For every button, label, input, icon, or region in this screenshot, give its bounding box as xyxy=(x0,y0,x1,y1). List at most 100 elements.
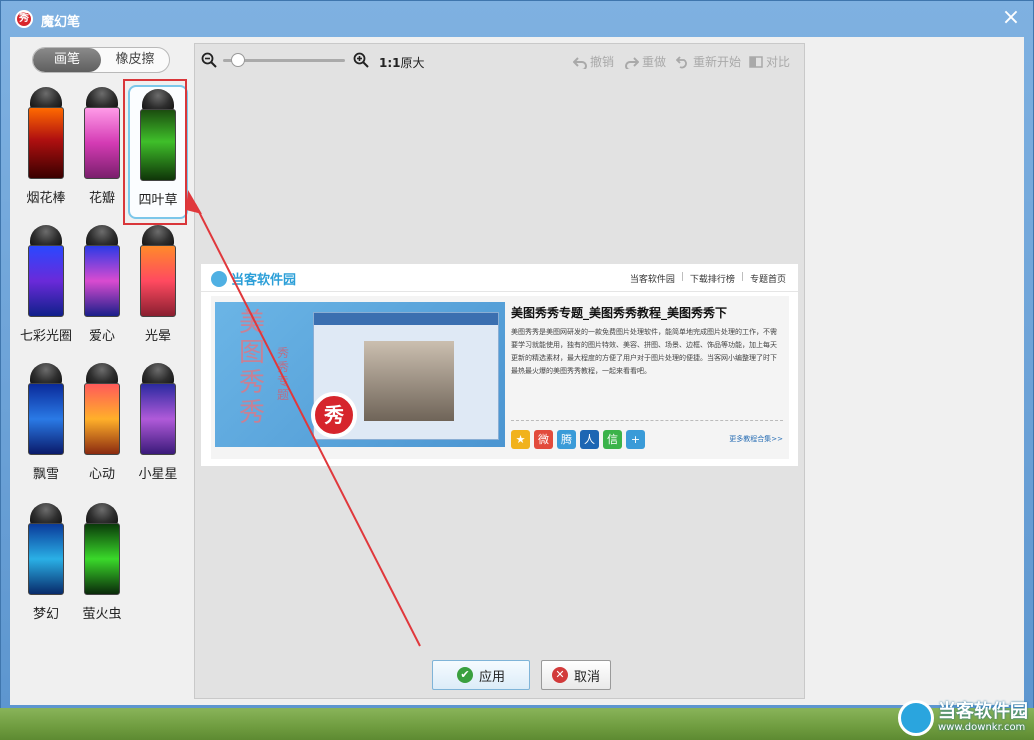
compare-button[interactable]: 对比 xyxy=(749,53,790,70)
desktop-background xyxy=(0,708,1034,740)
site-header: 当客软件园 当客软件园 | 下载排行榜 | 专题首页 xyxy=(201,264,798,292)
tencent-weibo-icon: 腾 xyxy=(557,430,576,449)
brush-label: 烟花棒 xyxy=(26,191,66,206)
site-name: 当客软件园 xyxy=(231,273,297,288)
brush-label: 萤火虫 xyxy=(82,607,122,622)
dialog-client: 画笔 橡皮擦 烟花棒 花瓣 四叶草七彩光圈 爱心 光晕飘雪 心动 小星星梦幻 萤火虫 xyxy=(10,37,1024,705)
zoom-in-icon[interactable] xyxy=(353,52,369,68)
brush-cap-icon xyxy=(142,89,174,111)
tab-brush[interactable]: 画笔 xyxy=(33,48,101,72)
brush-label: 七彩光圈 xyxy=(19,329,72,344)
zoom-out-icon[interactable] xyxy=(201,52,217,68)
preview-panel: 1:1原大 撤销 重做 重新开始 对比 当客软件园 当客软件园 | 下载排行榜 … xyxy=(194,43,805,699)
brush-preview xyxy=(84,245,120,317)
site-logo: 当客软件园 xyxy=(211,269,296,288)
article-card: 美图秀秀 秀秀专题 秀 美图秀秀专题_美图秀秀教程_美图秀秀下 美图秀秀是美图网… xyxy=(211,296,789,459)
brush-item[interactable]: 七彩光圈 xyxy=(18,225,74,355)
brush-eraser-switch: 画笔 橡皮擦 xyxy=(32,47,170,73)
zoom-slider-handle[interactable] xyxy=(231,53,245,67)
watermark-logo-icon xyxy=(898,700,934,736)
renren-icon: 人 xyxy=(580,430,599,449)
brush-item[interactable]: 爱心 xyxy=(74,225,130,355)
site-nav-link: 当客软件园 xyxy=(629,275,675,285)
redo-icon xyxy=(625,56,639,69)
site-nav-link: 下载排行榜 xyxy=(689,275,735,285)
watermark-title: 当客软件园 xyxy=(938,701,1028,722)
qzone-icon: ★ xyxy=(511,430,530,449)
brush-cap-icon xyxy=(142,363,174,385)
article-title: 美图秀秀专题_美图秀秀教程_美图秀秀下 xyxy=(511,306,728,320)
brush-preview xyxy=(84,107,120,179)
brush-cap-icon xyxy=(86,87,118,109)
portrait-photo xyxy=(364,341,454,421)
brush-preview xyxy=(140,245,176,317)
window-title: 魔幻笔 xyxy=(41,15,81,30)
undo-label: 撤销 xyxy=(590,55,615,69)
compare-label: 对比 xyxy=(766,55,791,69)
title-bar: 秀 魔幻笔 × xyxy=(1,1,1033,37)
apply-label: 应用 xyxy=(478,669,505,685)
preview-image[interactable]: 当客软件园 当客软件园 | 下载排行榜 | 专题首页 美图秀秀 秀秀专题 秀 美… xyxy=(201,264,798,466)
watermark-url: www.downkr.com xyxy=(938,722,1026,733)
close-circle-icon: ✕ xyxy=(551,667,568,683)
brush-item[interactable]: 心动 xyxy=(74,363,130,493)
brush-item[interactable]: 四叶草 xyxy=(128,85,188,219)
brush-preview xyxy=(28,245,64,317)
brush-item[interactable]: 花瓣 xyxy=(74,87,130,217)
wechat-icon: 信 xyxy=(603,430,622,449)
cancel-button[interactable]: ✕ 取消 xyxy=(541,660,611,690)
brush-item[interactable]: 光晕 xyxy=(130,225,186,355)
brush-preview xyxy=(140,109,176,181)
share-icons: ★ 微腾人信 + xyxy=(511,430,645,449)
brush-cap-icon xyxy=(30,225,62,247)
brush-item[interactable]: 梦幻 xyxy=(18,503,74,633)
restart-label: 重新开始 xyxy=(693,55,742,69)
promo-vertical-text: 美图秀秀 xyxy=(239,308,266,428)
cancel-label: 取消 xyxy=(573,669,600,685)
compare-icon xyxy=(749,55,763,68)
check-icon: ✔ xyxy=(456,667,473,683)
brush-label: 飘雪 xyxy=(32,467,59,482)
meitu-app-icon: 秀 xyxy=(15,10,33,28)
more-share-icon: + xyxy=(626,430,645,449)
original-size-label: 原大 xyxy=(400,56,425,70)
promo-banner: 美图秀秀 秀秀专题 秀 xyxy=(215,302,505,447)
brush-label: 小星星 xyxy=(138,467,178,482)
brush-item[interactable]: 萤火虫 xyxy=(74,503,130,633)
action-buttons: ✔ 应用 ✕ 取消 xyxy=(195,660,806,692)
tab-eraser[interactable]: 橡皮擦 xyxy=(101,48,169,72)
brush-label: 梦幻 xyxy=(32,607,59,622)
site-nav: 当客软件园 | 下载排行榜 | 专题首页 xyxy=(629,272,786,285)
brush-cap-icon xyxy=(86,363,118,385)
watermark: 当客软件园 www.downkr.com xyxy=(898,696,1034,740)
brush-label: 爱心 xyxy=(88,329,115,344)
brush-item[interactable]: 烟花棒 xyxy=(18,87,74,217)
redo-button[interactable]: 重做 xyxy=(625,53,666,70)
brush-label: 心动 xyxy=(88,467,115,482)
meitu-badge-icon: 秀 xyxy=(311,392,357,438)
ratio-label: 1:1 xyxy=(379,56,401,70)
brush-label: 光晕 xyxy=(144,329,171,344)
original-size-button[interactable]: 1:1原大 xyxy=(379,54,425,71)
restart-button[interactable]: 重新开始 xyxy=(676,53,741,70)
brush-cap-icon xyxy=(86,503,118,525)
brush-preview xyxy=(28,523,64,595)
article-body: 美图秀秀是美图网研发的一款免费图片处理软件，能简单地完成图片处理的工作，不需要学… xyxy=(511,328,777,375)
brush-item[interactable]: 小星星 xyxy=(130,363,186,493)
brush-label: 花瓣 xyxy=(88,191,115,206)
brush-cap-icon xyxy=(30,503,62,525)
preview-toolbar: 1:1原大 撤销 重做 重新开始 对比 xyxy=(195,44,804,78)
undo-button[interactable]: 撤销 xyxy=(573,53,614,70)
brush-item[interactable]: 飘雪 xyxy=(18,363,74,493)
brush-cap-icon xyxy=(30,363,62,385)
brush-label: 四叶草 xyxy=(138,193,178,208)
site-logo-icon xyxy=(211,270,227,287)
brush-preview xyxy=(28,383,64,455)
weibo-icon: 微 xyxy=(534,430,553,449)
close-button[interactable]: × xyxy=(1001,7,1021,29)
brush-cap-icon xyxy=(30,87,62,109)
brush-cap-icon xyxy=(142,225,174,247)
apply-button[interactable]: ✔ 应用 xyxy=(432,660,530,690)
restart-icon xyxy=(676,55,687,68)
promo-sub-text: 秀秀专题 xyxy=(277,346,290,402)
